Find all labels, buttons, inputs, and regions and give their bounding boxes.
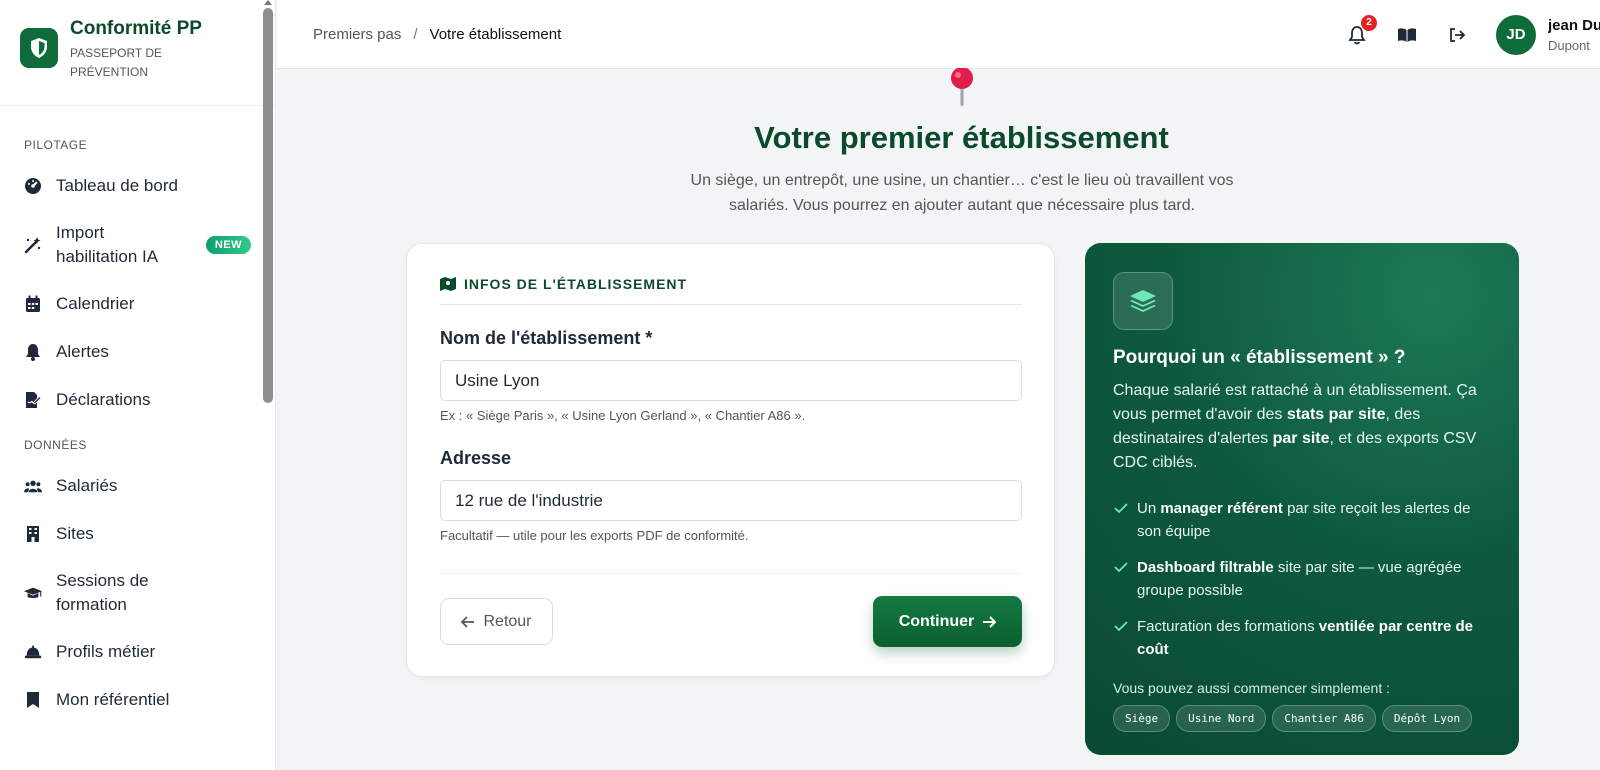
map-icon (440, 277, 456, 291)
form-section-title: INFOS DE L'ÉTABLISSEMENT (464, 276, 688, 292)
check-icon (1114, 562, 1128, 573)
magic-wand-icon (24, 236, 42, 254)
chip-chantier-a86[interactable]: Chantier A86 (1272, 705, 1376, 732)
section-label-pilotage: PILOTAGE (24, 138, 88, 152)
page-title: Votre premier établissement (754, 120, 1169, 155)
gauge-icon (24, 177, 42, 195)
section-label-donnees: DONNÉES (24, 438, 87, 452)
sidebar-item-label: Sites (56, 524, 94, 543)
sidebar-item-label: Profils métier (56, 642, 156, 661)
sidebar-item-sites[interactable]: Sites (0, 510, 275, 558)
sidebar-item-label: Sessions de formation (56, 571, 149, 614)
user-last-name: Dupont (1548, 37, 1590, 53)
bookmark-icon (24, 691, 42, 709)
documentation-button[interactable] (1395, 23, 1419, 47)
top-header: Premiers pas / Votre établissement 2 JD … (277, 0, 1600, 69)
pushpin-icon (948, 67, 976, 108)
sidebar-item-label: Calendrier (56, 294, 135, 313)
sidebar-item-mon-referentiel[interactable]: Mon référentiel (0, 676, 275, 724)
sidebar-item-alertes[interactable]: Alertes (0, 328, 275, 376)
back-button-label: Retour (483, 612, 532, 630)
info-footer: Vous pouvez aussi commencer simplement : (1113, 680, 1391, 696)
check-icon (1114, 503, 1128, 514)
info-panel: Pourquoi un « établissement » ? Chaque s… (1085, 243, 1519, 755)
info-body: Chaque salarié est rattaché à un établis… (1113, 382, 1477, 471)
sidebar-item-label: Salariés (56, 476, 118, 495)
continue-button-label: Continuer (898, 612, 975, 630)
brand-subtitle: PASSEPORT DE PRÉVENTION (70, 46, 163, 79)
book-open-icon (1398, 27, 1416, 42)
establishment-name-input[interactable] (440, 360, 1022, 401)
page-subtitle: Un siège, un entrepôt, une usine, un cha… (690, 172, 1234, 214)
sidebar: Conformité PP PASSEPORT DE PRÉVENTION PI… (0, 0, 276, 770)
sidebar-item-tableau-de-bord[interactable]: Tableau de bord (0, 162, 275, 210)
address-field-help: Facultatif — utile pour les exports PDF … (440, 528, 749, 543)
shield-icon (20, 28, 58, 68)
name-field-help: Ex : « Siège Paris », « Usine Lyon Gerla… (440, 408, 806, 423)
establishment-form-card: INFOS DE L'ÉTABLISSEMENT Nom de l'établi… (406, 243, 1055, 677)
list-item: Un manager référent par site reçoit les … (1113, 497, 1498, 543)
breadcrumb: Premiers pas / Votre établissement (313, 26, 561, 43)
suggestion-chips: Siège Usine Nord Chantier A86 Dépôt Lyon (1113, 705, 1478, 732)
scroll-up-arrow[interactable] (264, 0, 272, 5)
breadcrumb-parent[interactable]: Premiers pas (313, 26, 401, 43)
divider (440, 573, 1022, 574)
check-icon (1114, 621, 1128, 632)
user-menu[interactable]: jean Du Dupont (1548, 17, 1600, 53)
list-item: Dashboard filtrable site par site — vue … (1113, 556, 1498, 602)
bell-icon (24, 343, 42, 361)
logout-icon (1450, 27, 1466, 42)
benefits-list: Un manager référent par site reçoit les … (1113, 497, 1498, 674)
form-section-header: INFOS DE L'ÉTABLISSEMENT (440, 276, 1022, 305)
sidebar-item-label: Déclarations (56, 390, 151, 409)
sidebar-item-sessions-formation[interactable]: Sessions de formation (0, 558, 275, 628)
sidebar-item-label: Tableau de bord (56, 176, 178, 195)
notification-count-badge: 2 (1361, 14, 1377, 31)
back-button[interactable]: Retour (440, 598, 553, 645)
users-icon (24, 477, 42, 495)
sidebar-item-label: Alertes (56, 342, 109, 361)
address-field-label: Adresse (440, 448, 512, 468)
continue-button[interactable]: Continuer (873, 596, 1022, 647)
arrow-right-icon (983, 615, 997, 628)
new-badge: NEW (205, 236, 251, 254)
chip-depot-lyon[interactable]: Dépôt Lyon (1381, 705, 1473, 732)
file-signature-icon (24, 391, 42, 409)
breadcrumb-separator: / (413, 25, 418, 43)
avatar[interactable]: JD (1496, 14, 1536, 55)
sidebar-item-declarations[interactable]: Déclarations (0, 376, 275, 424)
chip-usine-nord[interactable]: Usine Nord (1176, 705, 1267, 732)
graduation-cap-icon (24, 584, 42, 602)
sidebar-item-salaries[interactable]: Salariés (0, 462, 275, 510)
address-input[interactable] (440, 480, 1022, 521)
sidebar-scrollbar[interactable] (263, 8, 273, 403)
info-title: Pourquoi un « établissement » ? (1113, 347, 1406, 368)
brand[interactable]: Conformité PP PASSEPORT DE PRÉVENTION (0, 0, 275, 106)
sidebar-nav: PILOTAGE Tableau de bord Import habilita… (0, 106, 275, 724)
calendar-icon (24, 295, 42, 313)
layers-icon (1113, 272, 1173, 330)
logout-button[interactable] (1445, 23, 1469, 47)
header-actions: 2 JD jean Du Dupont (1319, 0, 1600, 69)
user-name: jean Du (1548, 16, 1600, 34)
sidebar-item-label: Mon référentiel (56, 690, 170, 709)
arrow-left-icon (461, 615, 475, 628)
sidebar-item-label: Import habilitation IA (56, 223, 159, 266)
building-icon (24, 525, 42, 543)
hard-hat-icon (24, 643, 42, 661)
brand-title: Conformité PP (70, 18, 202, 39)
sidebar-item-calendrier[interactable]: Calendrier (0, 280, 275, 328)
chip-siege[interactable]: Siège (1113, 705, 1171, 732)
list-item: Facturation des formations ventilée par … (1113, 615, 1498, 661)
sidebar-item-profils-metier[interactable]: Profils métier (0, 628, 275, 676)
sidebar-item-import-habilitation-ia[interactable]: Import habilitation IA NEW (0, 210, 275, 280)
breadcrumb-current: Votre établissement (429, 25, 562, 43)
name-field-label: Nom de l'établissement * (440, 328, 653, 348)
notifications-button[interactable]: 2 (1345, 14, 1377, 47)
